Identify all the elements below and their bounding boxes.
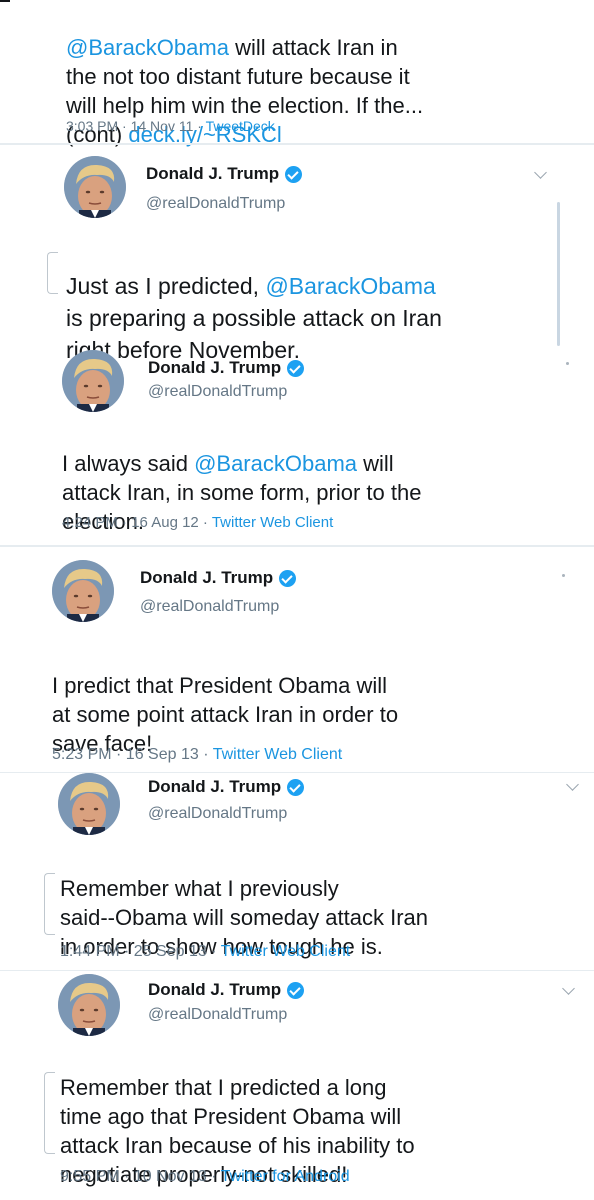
timestamp[interactable]: 9:55 PM · 10 Nov 13 · <box>60 1168 221 1185</box>
tweet-meta: 9:55 PM · 10 Nov 13 · Twitter for Androi… <box>60 1168 350 1186</box>
user-handle[interactable]: @realDonaldTrump <box>146 195 285 213</box>
divider <box>0 970 594 971</box>
divider <box>0 545 594 547</box>
user-handle[interactable]: @realDonaldTrump <box>148 805 287 823</box>
tweet-5[interactable]: Donald J. Trump @realDonaldTrump Remembe… <box>0 773 594 973</box>
verified-badge-icon <box>287 981 305 999</box>
avatar[interactable] <box>58 773 120 835</box>
avatar[interactable] <box>64 156 126 218</box>
edge-fragment <box>0 0 10 2</box>
client-source[interactable]: Twitter Web Client <box>221 943 351 960</box>
display-name[interactable]: Donald J. Trump <box>148 358 305 378</box>
tweet-meta: 5:23 PM · 16 Sep 13 · Twitter Web Client <box>52 746 342 764</box>
client-source[interactable]: Twitter Web Client <box>212 514 333 531</box>
display-name[interactable]: Donald J. Trump <box>146 164 303 184</box>
avatar[interactable] <box>58 974 120 1036</box>
display-name-text: Donald J. Trump <box>148 777 282 796</box>
display-name-text: Donald J. Trump <box>146 164 280 183</box>
mention-link[interactable]: @BarackObama <box>66 35 229 60</box>
tweet-text-body: I predict that President Obama will at s… <box>52 673 399 756</box>
timestamp[interactable]: 5:23 PM · 16 Sep 13 · <box>52 746 213 763</box>
display-name-text: Donald J. Trump <box>148 358 282 377</box>
reply-thread-line <box>44 1072 55 1154</box>
display-name[interactable]: Donald J. Trump <box>140 568 297 588</box>
display-name[interactable]: Donald J. Trump <box>148 980 305 1000</box>
verified-badge-icon <box>279 569 297 587</box>
avatar[interactable] <box>52 560 114 622</box>
timestamp[interactable]: 1:44 PM · 25 Sep 13 · <box>60 943 221 960</box>
tweet-6[interactable]: Donald J. Trump @realDonaldTrump Remembe… <box>0 972 594 1200</box>
user-handle[interactable]: @realDonaldTrump <box>148 383 287 401</box>
chevron-down-icon[interactable] <box>566 778 579 791</box>
client-source[interactable]: Twitter Web Client <box>213 746 343 763</box>
chevron-down-icon[interactable] <box>534 166 547 179</box>
tweet-1[interactable]: @BarackObama will attack Iran in the not… <box>0 0 594 147</box>
tweet-meta: 4:24 PM · 16 Aug 12 · Twitter Web Client <box>62 514 333 531</box>
tweet-meta: 1:44 PM · 25 Sep 13 · Twitter Web Client <box>60 943 350 961</box>
tweet-2[interactable]: Donald J. Trump @realDonaldTrump Just as… <box>0 146 594 363</box>
verified-badge-icon <box>287 778 305 796</box>
client-source[interactable]: Twitter for Android <box>221 1168 350 1185</box>
tweet-text-pre: Just as I predicted, <box>66 273 266 299</box>
more-options-dot-icon[interactable] <box>566 362 569 365</box>
verified-badge-icon <box>287 359 305 377</box>
mention-link[interactable]: @BarackObama <box>194 451 357 476</box>
tweet-3[interactable]: Donald J. Trump @realDonaldTrump I alway… <box>0 344 594 540</box>
timestamp[interactable]: 4:24 PM · 16 Aug 12 · <box>62 514 212 531</box>
tweet-text: I predict that President Obama will at s… <box>52 642 398 758</box>
display-name-text: Donald J. Trump <box>148 980 282 999</box>
user-handle[interactable]: @realDonaldTrump <box>140 598 279 616</box>
more-options-dot-icon[interactable] <box>562 574 565 577</box>
reply-thread-line <box>44 873 55 935</box>
mention-link[interactable]: @BarackObama <box>265 273 435 299</box>
scrollbar[interactable] <box>557 202 560 346</box>
tweet-4[interactable]: Donald J. Trump @realDonaldTrump I predi… <box>0 548 594 773</box>
avatar[interactable] <box>62 350 124 412</box>
timestamp[interactable]: 3:03 PM · 14 Nov 11 · <box>66 118 206 134</box>
reply-thread-line <box>47 252 58 294</box>
tweet-meta: 3:03 PM · 14 Nov 11 · TweetDeck <box>66 118 275 134</box>
chevron-down-icon[interactable] <box>562 982 575 995</box>
display-name[interactable]: Donald J. Trump <box>148 777 305 797</box>
display-name-text: Donald J. Trump <box>140 568 274 587</box>
verified-badge-icon <box>285 165 303 183</box>
divider <box>0 143 594 145</box>
client-source[interactable]: TweetDeck <box>206 118 275 134</box>
user-handle[interactable]: @realDonaldTrump <box>148 1006 287 1024</box>
tweet-text-pre: I always said <box>62 451 195 476</box>
